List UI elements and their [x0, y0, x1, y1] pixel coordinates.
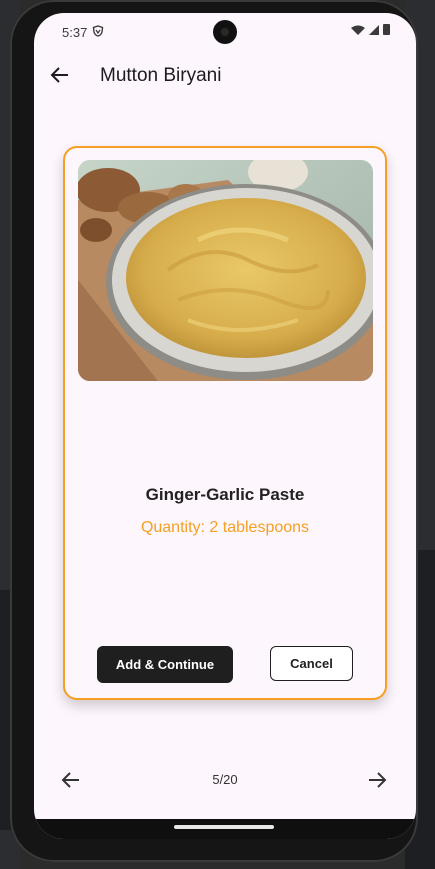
arrow-right-icon [369, 772, 387, 788]
page-title: Mutton Biryani [100, 65, 222, 86]
next-button[interactable] [366, 769, 388, 791]
signal-icon [369, 24, 379, 35]
add-and-continue-button[interactable]: Add & Continue [97, 646, 233, 683]
phone-frame: 5:37 Mutton Biryani Ginger-Garlic Paste … [10, 0, 418, 862]
ingredient-name: Ginger-Garlic Paste [145, 485, 305, 504]
wifi-icon [351, 25, 365, 35]
arrow-left-icon [50, 67, 68, 83]
app-bar: Mutton Biryani [34, 51, 416, 101]
back-button[interactable] [48, 63, 72, 87]
system-navigation-bar [34, 819, 416, 839]
battery-icon [383, 24, 390, 35]
status-time: 5:37 [62, 25, 88, 40]
shield-icon [92, 25, 104, 40]
ingredient-photo [78, 160, 373, 381]
app-screen: 5:37 Mutton Biryani Ginger-Garlic Paste … [34, 13, 416, 839]
pager: 5/20 [34, 765, 416, 795]
ingredient-quantity: Quantity: 2 tablespoons [140, 519, 310, 536]
status-icons [351, 24, 390, 35]
ingredient-card: Ginger-Garlic Paste Quantity: 2 tablespo… [63, 146, 387, 700]
front-camera [213, 20, 237, 44]
home-gesture-handle[interactable] [174, 825, 274, 829]
status-bar: 5:37 [34, 13, 416, 49]
page-indicator: 5/20 [212, 772, 238, 787]
cancel-button[interactable]: Cancel [270, 646, 353, 681]
